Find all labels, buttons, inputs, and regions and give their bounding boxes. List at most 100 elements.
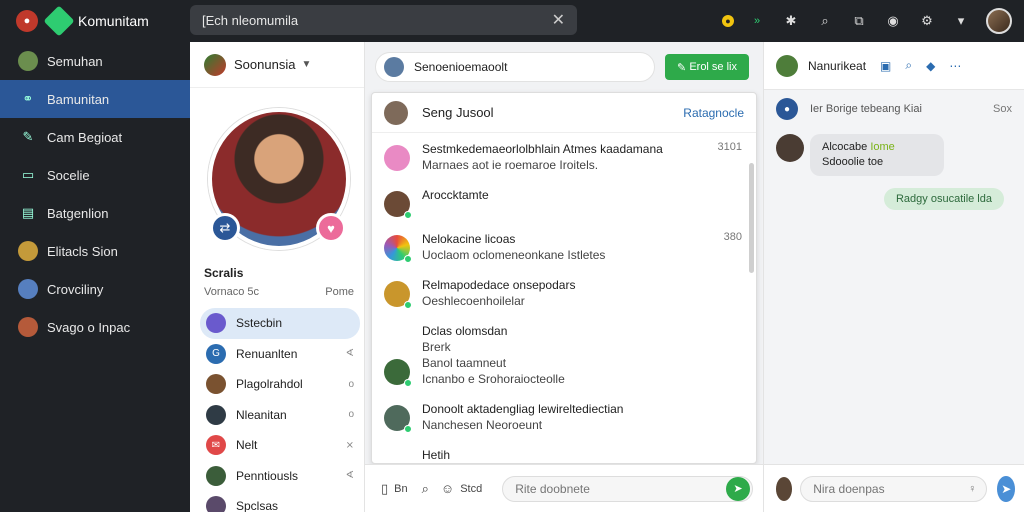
- list-item-label: Renuanlten: [236, 346, 298, 361]
- sidebar-item-crovciliny[interactable]: Crovciliny: [0, 270, 190, 308]
- avatar: [776, 134, 804, 162]
- list-item[interactable]: Penntiousls ∢: [200, 461, 360, 492]
- row-sub-2: Banol taamneut: [422, 356, 507, 370]
- profile-sub-left: Vornaco 5c: [204, 286, 260, 298]
- list-item[interactable]: ✉ Nelt ⨯: [200, 430, 360, 461]
- search-icon[interactable]: ⌕: [814, 10, 836, 32]
- notification-icon[interactable]: ◉: [882, 10, 904, 32]
- notification-panel: Seng Jusool Ratagnocle Sestmkedemaeorlol…: [371, 92, 757, 464]
- list-item[interactable]: Hetih: [372, 439, 756, 463]
- list-item[interactable]: Donoolt aktadengliag lewireltediectian N…: [372, 393, 756, 439]
- heart-icon[interactable]: ♥: [316, 213, 346, 243]
- sidebar-item-socelie[interactable]: ▭ Socelie: [0, 156, 190, 194]
- chevron-down-icon[interactable]: ▾: [950, 10, 972, 32]
- pin-icon[interactable]: ◆: [926, 59, 935, 73]
- sidebar-item-label: Svago o Inpac: [47, 319, 131, 335]
- video-icon[interactable]: ▣: [880, 59, 891, 73]
- panel-header: Seng Jusool Ratagnocle: [372, 93, 756, 133]
- sidebar-item-label: Socelie: [47, 167, 90, 183]
- list-item-label: Penntiousls: [236, 468, 299, 483]
- scrollbar[interactable]: [749, 163, 754, 273]
- new-post-button[interactable]: ✎ Erol se lix: [665, 54, 749, 80]
- online-indicator-icon[interactable]: »: [746, 10, 768, 32]
- list-item-trail: ∢: [345, 348, 354, 360]
- sidebar-item-semuhan[interactable]: Semuhan: [0, 42, 190, 80]
- footer-button-2[interactable]: Stcd: [460, 483, 482, 495]
- sidebar-item-label: Crovciliny: [47, 281, 104, 297]
- list-item[interactable]: Aroccktamte: [372, 179, 756, 223]
- send-icon[interactable]: ➤: [726, 476, 750, 501]
- clear-search-icon[interactable]: ✕: [552, 10, 565, 30]
- info-icon: ●: [776, 98, 798, 120]
- compose-box[interactable]: ➤: [502, 475, 753, 502]
- puzzle-icon[interactable]: ✱: [780, 10, 802, 32]
- avatar: [776, 476, 793, 501]
- panel-link[interactable]: Ratagnocle: [683, 106, 744, 120]
- feed-selector[interactable]: Senoenioemaoolt: [375, 52, 656, 82]
- notice-close[interactable]: Sox: [993, 103, 1012, 115]
- sidebar-item-batgenlion[interactable]: ▤ Batgenlion: [0, 194, 190, 232]
- window-icon: ▭: [21, 167, 35, 182]
- list-item[interactable]: Dclas olomsdan Brerk Banol taamneut Icna…: [372, 315, 756, 393]
- outgoing-message: Radgy osucatile lda: [764, 188, 1004, 210]
- list-item[interactable]: Nelokacine licoas Uoclaom oclomeneonkane…: [372, 223, 756, 269]
- search-bar[interactable]: ✕: [190, 5, 577, 35]
- chevron-down-icon[interactable]: ▼: [301, 59, 311, 70]
- online-dot: [404, 255, 412, 263]
- avatar: [384, 451, 410, 463]
- row-meta: 3101: [717, 141, 742, 153]
- search-icon[interactable]: ⌕: [905, 58, 912, 73]
- app-logo-icon: [43, 5, 75, 37]
- sidebar-item-label: Bamunitan: [47, 91, 110, 107]
- list-item-label: Spclsas: [236, 499, 279, 512]
- sidebar-item-elitacls-sion[interactable]: Elitacls Sion: [0, 232, 190, 270]
- list-item-label: Sstecbin: [236, 316, 283, 331]
- avatar: [384, 405, 412, 433]
- attach-icon[interactable]: ♀: [968, 483, 976, 495]
- row-sub: Oeshlecoenhoilelar: [422, 294, 525, 308]
- share-icon[interactable]: ⧉: [848, 10, 870, 32]
- app-icon: G: [206, 343, 226, 364]
- sidebar-item-label: Semuhan: [47, 53, 103, 69]
- chat-footer: ♀ ➤: [764, 464, 1024, 512]
- chat-compose-input[interactable]: [813, 481, 969, 496]
- online-dot: [404, 301, 412, 309]
- phone-icon[interactable]: ▯: [381, 481, 388, 497]
- send-icon[interactable]: ➤: [997, 475, 1015, 502]
- list-item-label: Plagolrahdol: [236, 377, 303, 392]
- swap-icon[interactable]: ⇄: [210, 213, 240, 243]
- chat-panel: Nanurikeat ▣ ⌕ ◆ ⋯ ● Ier Borige tebeang …: [763, 42, 1024, 512]
- settings-icon[interactable]: ⚙: [916, 10, 938, 32]
- avatar-icon: [18, 279, 38, 299]
- list-item[interactable]: Spclsas: [200, 491, 360, 512]
- list-item-trail: o: [348, 378, 354, 390]
- user-avatar[interactable]: [986, 8, 1012, 34]
- sidebar-item-cam-begioat[interactable]: ✎ Cam Begioat: [0, 118, 190, 156]
- search-icon[interactable]: ⌕: [422, 481, 429, 497]
- list-item[interactable]: G Renuanlten ∢: [200, 339, 360, 370]
- more-icon[interactable]: ⋯: [949, 59, 961, 73]
- list-item[interactable]: Sestmkedemaeorlolbhlain Atmes kaadamana …: [372, 133, 756, 179]
- footer-button-1[interactable]: Bn: [394, 483, 407, 495]
- sidebar-item-svago[interactable]: Svago o Inpac: [0, 308, 190, 346]
- row-title: Aroccktamte: [422, 188, 489, 202]
- profile-header-title: Soonunsia: [234, 57, 296, 72]
- list-item[interactable]: Relmapodedace onsepodars Oeshlecoenhoile…: [372, 269, 756, 315]
- profile-section-label: Scralis: [204, 266, 244, 280]
- list-item[interactable]: Sstecbin: [200, 308, 360, 339]
- list-item[interactable]: Plagolrahdol o: [200, 369, 360, 400]
- row-title: Nelokacine licoas: [422, 232, 516, 246]
- app-menu-icon[interactable]: ●: [16, 10, 38, 32]
- emoji-icon[interactable]: ☺: [441, 481, 454, 496]
- compose-input[interactable]: [515, 481, 726, 496]
- search-input[interactable]: [202, 12, 552, 28]
- sidebar-item-label: Elitacls Sion: [47, 243, 118, 259]
- list-item[interactable]: Nleanitan o: [200, 400, 360, 431]
- profile-header[interactable]: Soonunsia ▼: [190, 42, 364, 88]
- chat-compose-box[interactable]: ♀: [800, 475, 988, 502]
- sidebar-item-bamunitan[interactable]: ⚭ Bamunitan: [0, 80, 190, 118]
- avatar: [384, 235, 412, 263]
- incoming-message: Alcocabe Iome Sdooolie toe: [776, 134, 1024, 176]
- status-icon[interactable]: ●: [722, 15, 734, 27]
- list-item-trail: ∢: [345, 470, 354, 482]
